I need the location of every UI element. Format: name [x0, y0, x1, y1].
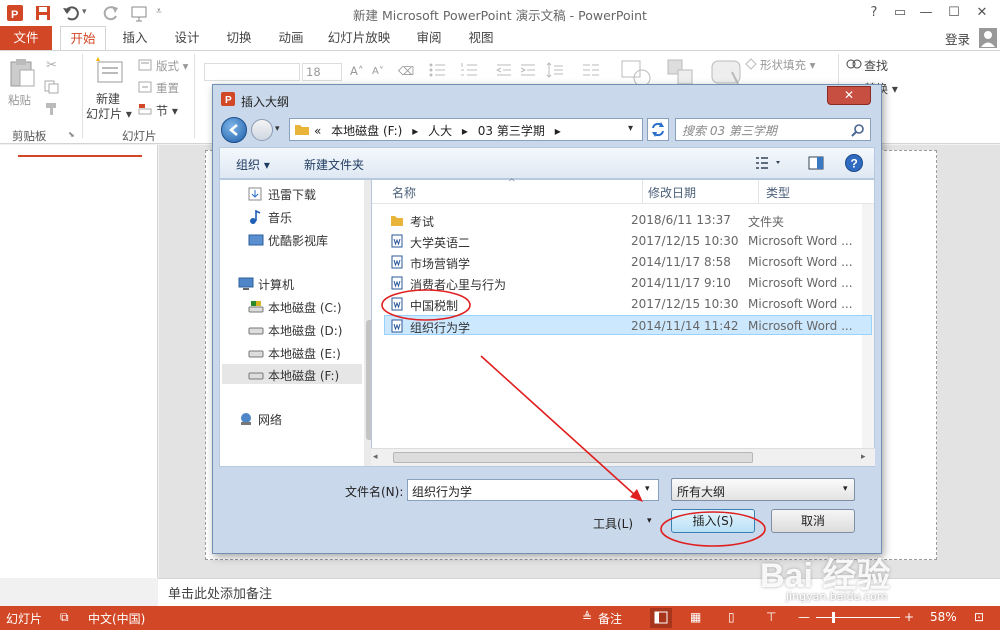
baidu-watermark: Bai 经验 jingyan.baidu.com [760, 548, 996, 604]
annotation-arrow-head [630, 489, 643, 502]
annotation-arrow-line [480, 355, 637, 497]
annotation-overlay [381, 289, 766, 547]
annotation-circle-insert-button [660, 511, 766, 547]
watermark-url: jingyan.baidu.com [786, 590, 888, 603]
annotation-circle-zhongguo-shuizhi [381, 289, 471, 321]
